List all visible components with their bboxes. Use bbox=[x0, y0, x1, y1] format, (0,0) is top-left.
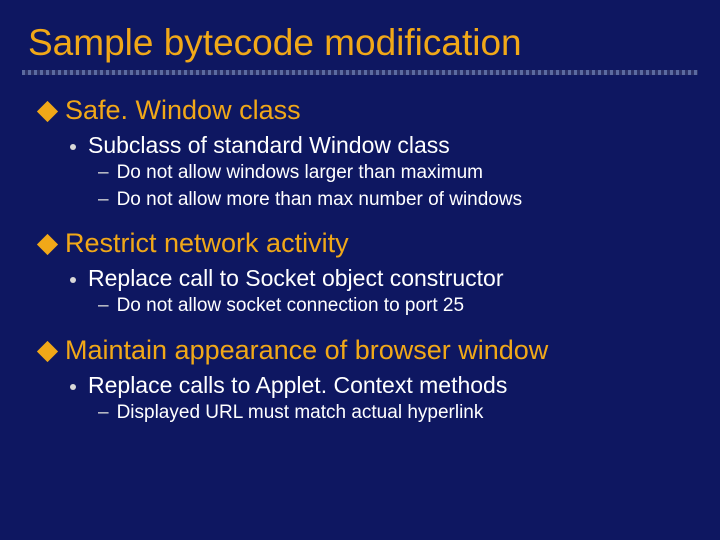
dot-icon bbox=[70, 384, 76, 390]
bullet-level2: Subclass of standard Window class bbox=[70, 132, 696, 159]
slide-title: Sample bytecode modification bbox=[28, 22, 720, 64]
bullet-level3: – Do not allow windows larger than maxim… bbox=[98, 161, 696, 186]
level1-text: Restrict network activity bbox=[65, 228, 349, 259]
level3-text: Do not allow windows larger than maximum bbox=[117, 161, 483, 186]
level2-text: Subclass of standard Window class bbox=[88, 132, 450, 159]
dot-icon bbox=[70, 144, 76, 150]
bullet-level3: – Do not allow more than max number of w… bbox=[98, 188, 696, 213]
level3-text: Do not allow socket connection to port 2… bbox=[117, 294, 464, 319]
level3-text: Do not allow more than max number of win… bbox=[117, 188, 523, 213]
level3-text: Displayed URL must match actual hyperlin… bbox=[117, 401, 484, 426]
dash-icon: – bbox=[98, 401, 109, 426]
level2-text: Replace call to Socket object constructo… bbox=[88, 265, 503, 292]
level1-text: Maintain appearance of browser window bbox=[65, 335, 548, 366]
bullet-level1: Safe. Window class bbox=[40, 95, 696, 126]
level1-text: Safe. Window class bbox=[65, 95, 301, 126]
bullet-level2: Replace calls to Applet. Context methods bbox=[70, 372, 696, 399]
dash-icon: – bbox=[98, 294, 109, 319]
diamond-icon bbox=[37, 101, 58, 122]
diamond-icon bbox=[37, 341, 58, 362]
dash-icon: – bbox=[98, 161, 109, 186]
slide: Sample bytecode modification Safe. Windo… bbox=[0, 0, 720, 540]
title-divider bbox=[22, 70, 698, 75]
bullet-level3: – Displayed URL must match actual hyperl… bbox=[98, 401, 696, 426]
bullet-level3: – Do not allow socket connection to port… bbox=[98, 294, 696, 319]
dot-icon bbox=[70, 277, 76, 283]
diamond-icon bbox=[37, 234, 58, 255]
bullet-level2: Replace call to Socket object constructo… bbox=[70, 265, 696, 292]
bullet-level1: Maintain appearance of browser window bbox=[40, 335, 696, 366]
content: Safe. Window class Subclass of standard … bbox=[0, 85, 720, 426]
bullet-level1: Restrict network activity bbox=[40, 228, 696, 259]
title-wrap: Sample bytecode modification bbox=[0, 0, 720, 70]
level2-text: Replace calls to Applet. Context methods bbox=[88, 372, 507, 399]
dash-icon: – bbox=[98, 188, 109, 213]
